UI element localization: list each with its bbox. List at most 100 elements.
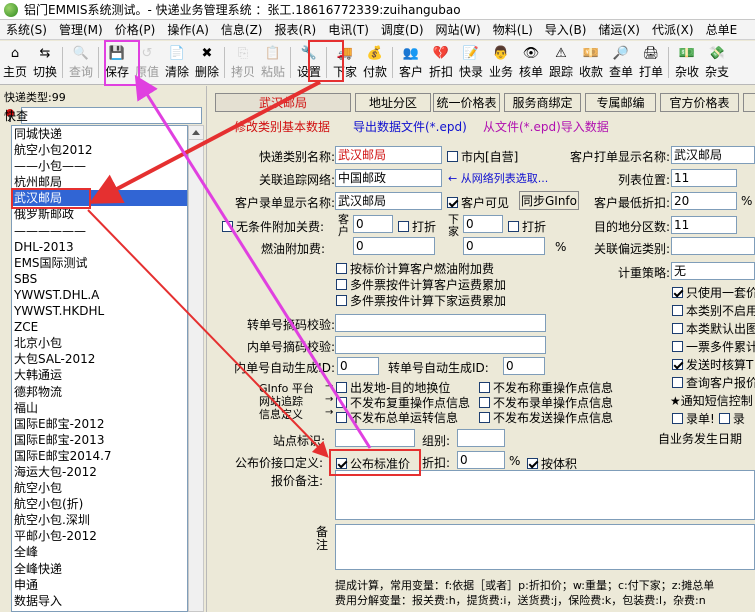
menu-item-4[interactable]: 信息(Z): [215, 21, 269, 38]
fuel-lower-input[interactable]: 0: [463, 237, 545, 255]
scroll-up-icon[interactable]: [189, 126, 203, 140]
list-item[interactable]: DHL-2013: [12, 239, 187, 255]
client-print-name-input[interactable]: 武汉邮局: [671, 146, 755, 164]
menu-item-11[interactable]: 储运(X): [592, 21, 646, 38]
menu-item-3[interactable]: 操作(A): [161, 21, 215, 38]
list-item[interactable]: 航空小包.深圳: [12, 512, 187, 528]
client-discount-box[interactable]: [398, 221, 409, 232]
lower-discount-checkbox[interactable]: 打折: [508, 218, 546, 235]
min-discount-input[interactable]: 20: [671, 192, 737, 210]
menu-item-7[interactable]: 调度(D): [375, 21, 430, 38]
r-check-3[interactable]: 本类默认出图: [672, 320, 755, 337]
note-textarea[interactable]: [335, 524, 755, 570]
menu-item-8[interactable]: 网站(W): [430, 21, 487, 38]
menu-item-1[interactable]: 管理(M): [53, 21, 109, 38]
toolbar-button-0[interactable]: ⌂ 主页: [0, 41, 30, 84]
type-name-input[interactable]: 武汉邮局: [335, 146, 442, 164]
toolbar-button-15[interactable]: 👨 业务: [486, 41, 516, 84]
autogen-input[interactable]: 0: [337, 357, 379, 375]
list-item[interactable]: ZCE: [12, 319, 187, 335]
toolbar-button-18[interactable]: 💴 收款: [576, 41, 606, 84]
toolbar-button-1[interactable]: ⇆ 切换: [30, 41, 60, 84]
publish-standard-price-box[interactable]: [336, 458, 347, 469]
r-check-1[interactable]: 只使用一套价: [672, 284, 755, 301]
list-item[interactable]: 国际E邮宝-2013: [12, 432, 187, 448]
trans-check-input[interactable]: [335, 314, 546, 332]
toolbar-button-13[interactable]: 💔 折扣: [426, 41, 456, 84]
discount2-input[interactable]: 0: [457, 451, 505, 469]
r-check-2[interactable]: 本类别不启用: [672, 302, 755, 319]
opt-multi-client[interactable]: 多件票按件计算客户运费累加: [336, 276, 506, 293]
toolbar-button-20[interactable]: 🖨 打单: [636, 41, 666, 84]
list-item[interactable]: 航空小包2012: [12, 142, 187, 158]
menu-item-5[interactable]: 报表(R): [268, 21, 322, 38]
client-visible-checkbox[interactable]: 客户可见: [447, 194, 509, 211]
toolbar-button-5[interactable]: 📄 清除: [162, 41, 192, 84]
r-check-6[interactable]: 查询客户报价: [672, 374, 755, 391]
list-item[interactable]: 武汉邮局: [12, 190, 187, 207]
r-check-4[interactable]: 一票多件累计: [672, 338, 755, 355]
list-item[interactable]: 俄罗斯邮政: [12, 206, 187, 222]
toolbar-button-12[interactable]: 👥 客户: [396, 41, 426, 84]
list-item[interactable]: YWWST.DHL.A: [12, 287, 187, 303]
menu-item-10[interactable]: 导入(B): [539, 21, 593, 38]
toolbar-button-10[interactable]: 🚚 下家: [330, 41, 360, 84]
toolbar-button-11[interactable]: 💰 付款: [360, 41, 390, 84]
toolbar-button-21[interactable]: 💵 杂收: [672, 41, 702, 84]
menu-item-0[interactable]: 系统(S): [0, 21, 53, 38]
list-item[interactable]: 大包SAL-2012: [12, 351, 187, 367]
trans-autogen-input[interactable]: 0: [503, 357, 545, 375]
list-item[interactable]: 航空小包: [12, 480, 187, 496]
import-data-link[interactable]: 从文件(*.epd)导入数据: [483, 118, 609, 135]
fuel-client-input[interactable]: 0: [353, 237, 435, 255]
sync-ginfo-button[interactable]: 同步GInfo: [519, 191, 579, 210]
list-item[interactable]: 海运大包-2012: [12, 464, 187, 480]
toolbar-button-4[interactable]: ↺ 原值: [132, 41, 162, 84]
menu-item-2[interactable]: 价格(P): [109, 21, 162, 38]
toolbar-button-6[interactable]: ✖ 删除: [192, 41, 222, 84]
list-item[interactable]: YWWST.HKDHL: [12, 303, 187, 319]
toolbar-button-2[interactable]: 🔍 查询: [66, 41, 96, 84]
station-input[interactable]: [335, 429, 415, 447]
tab-exclusive-postcode[interactable]: 专属邮编: [585, 93, 656, 112]
list-item[interactable]: 国际E邮宝2014.7: [12, 448, 187, 464]
export-data-link[interactable]: 导出数据文件(*.epd): [353, 118, 467, 135]
list-item[interactable]: 福山: [12, 400, 187, 416]
client-visible-box[interactable]: [447, 197, 458, 208]
list-item[interactable]: 航空小包(折): [12, 496, 187, 512]
local-box[interactable]: [447, 151, 458, 162]
list-item[interactable]: 杭州邮局: [12, 174, 187, 190]
g-check-6[interactable]: 不发布发送操作点信息: [479, 409, 613, 426]
select-network-hint[interactable]: ← 从网络列表选取...: [448, 172, 548, 186]
tab-unified-price[interactable]: 统一价格表: [433, 93, 500, 112]
tab-service-binding[interactable]: 服务商绑定: [504, 93, 581, 112]
toolbar-button-8[interactable]: 📋 粘贴: [258, 41, 288, 84]
list-item[interactable]: SBS: [12, 271, 187, 287]
r-check-5[interactable]: 发送时核算T: [672, 356, 753, 373]
toolbar-button-9[interactable]: 🔧 设置: [294, 41, 324, 84]
list-item[interactable]: 德邦物流: [12, 384, 187, 400]
list-item[interactable]: 大韩通运: [12, 367, 187, 383]
toolbar-button-16[interactable]: 👁 核单: [516, 41, 546, 84]
dest-zone-input[interactable]: 11: [671, 216, 737, 234]
list-item[interactable]: 全峰快递: [12, 561, 187, 577]
record-name-input[interactable]: 武汉邮局: [335, 192, 442, 210]
group-input[interactable]: [457, 429, 505, 447]
tab-official-price[interactable]: 官方价格表: [660, 93, 739, 112]
r-check-8[interactable]: 录单! 录: [672, 410, 745, 427]
menu-item-9[interactable]: 物料(L): [487, 21, 539, 38]
local-checkbox[interactable]: 市内[自营]: [447, 148, 518, 165]
rel-remote-input[interactable]: [671, 237, 755, 255]
list-item[interactable]: 全峰: [12, 544, 187, 560]
remark-textarea[interactable]: [335, 470, 755, 520]
list-item[interactable]: 数据导入: [12, 593, 187, 609]
toolbar-button-19[interactable]: 🔎 查单: [606, 41, 636, 84]
lower-fee-input[interactable]: 0: [463, 215, 503, 233]
toolbar-button-14[interactable]: 📝 快录: [456, 41, 486, 84]
edit-basic-data-link[interactable]: 修改类别基本数据: [234, 118, 330, 135]
cond-fee-box[interactable]: [222, 221, 233, 232]
quick-search-input[interactable]: [21, 106, 202, 124]
menu-item-6[interactable]: 电讯(T): [322, 21, 375, 38]
list-item[interactable]: 申通: [12, 577, 187, 593]
toolbar-button-7[interactable]: ⎘ 拷贝: [228, 41, 258, 84]
